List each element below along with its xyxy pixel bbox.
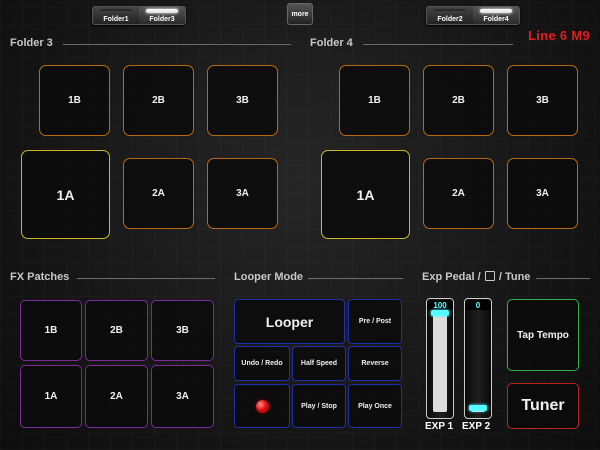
folder4-pad-1a[interactable]: 1A (321, 150, 410, 239)
undo-redo-button[interactable]: Undo / Redo (234, 346, 290, 381)
folder3-pad-1a[interactable]: 1A (21, 150, 110, 239)
folder4-pad-2b[interactable]: 2B (423, 65, 494, 136)
half-speed-button[interactable]: Half Speed (292, 346, 346, 381)
more-button[interactable]: more (287, 3, 313, 25)
folder2-label: Folder2 (437, 16, 463, 23)
exp-pedal-title: Exp Pedal / / Tune (422, 271, 530, 283)
folder2-toggle[interactable]: Folder2 (427, 7, 473, 24)
folder3-divider (63, 44, 291, 45)
folder3-pad-3a[interactable]: 3A (207, 158, 278, 229)
exp-pedal-title-b: / Tune (498, 271, 531, 283)
exp1-readout: 100 (427, 300, 453, 310)
exp2-readout: 0 (465, 300, 491, 310)
exp1-slider[interactable]: 100 (426, 298, 454, 419)
looper-mode-divider (308, 278, 403, 279)
looper-button[interactable]: Looper (234, 299, 345, 344)
fx-pad-1a[interactable]: 1A (20, 365, 82, 428)
reverse-button[interactable]: Reverse (348, 346, 402, 381)
exp-pedal-divider (536, 278, 590, 279)
exp1-handle[interactable] (431, 310, 449, 316)
folder4-pad-2a[interactable]: 2A (423, 158, 494, 229)
folder4-label: Folder4 (483, 16, 509, 23)
folder3-toggle[interactable]: Folder3 (139, 7, 185, 24)
folder4-pad-1b[interactable]: 1B (339, 65, 410, 136)
folder1-toggle[interactable]: Folder1 (93, 7, 139, 24)
exp2-slider[interactable]: 0 (464, 298, 492, 419)
left-folder-switch[interactable]: Folder1 Folder3 (92, 6, 186, 25)
folder3-label: Folder3 (149, 16, 175, 23)
looper-mode-title: Looper Mode (234, 271, 304, 283)
folder3-pad-2a[interactable]: 2A (123, 158, 194, 229)
folder4-pad-3a[interactable]: 3A (507, 158, 578, 229)
fx-pad-2b[interactable]: 2B (85, 300, 148, 361)
folder3-pad-2b[interactable]: 2B (123, 65, 194, 136)
tap-tempo-button[interactable]: Tap Tempo (507, 299, 579, 371)
exp1-fill (433, 311, 447, 412)
fx-patches-divider (77, 278, 215, 279)
tuner-button[interactable]: Tuner (507, 383, 579, 429)
play-stop-button[interactable]: Play / Stop (292, 384, 346, 428)
record-button[interactable] (234, 384, 290, 428)
folder4-title: Folder 4 (310, 37, 353, 49)
folder4-divider (363, 44, 513, 45)
fx-pad-2a[interactable]: 2A (85, 365, 148, 428)
exp2-handle[interactable] (469, 405, 487, 411)
fx-pad-1b[interactable]: 1B (20, 300, 82, 361)
pre-post-button[interactable]: Pre / Post (348, 299, 402, 344)
fx-pad-3a[interactable]: 3A (151, 365, 214, 428)
folder3-title: Folder 3 (10, 37, 53, 49)
exp2-label: EXP 2 (462, 421, 491, 432)
record-icon (255, 399, 269, 413)
folder1-label: Folder1 (103, 16, 129, 23)
play-once-button[interactable]: Play Once (348, 384, 402, 428)
pedal-icon (484, 271, 495, 281)
brand-label: Line 6 M9 (528, 28, 590, 43)
folder4-pad-3b[interactable]: 3B (507, 65, 578, 136)
fx-pad-3b[interactable]: 3B (151, 300, 214, 361)
exp1-label: EXP 1 (425, 421, 454, 432)
folder3-pad-3b[interactable]: 3B (207, 65, 278, 136)
folder3-pad-1b[interactable]: 1B (39, 65, 110, 136)
fx-patches-title: FX Patches (10, 271, 70, 283)
right-folder-switch[interactable]: Folder2 Folder4 (426, 6, 520, 25)
exp-pedal-title-a: Exp Pedal / (422, 271, 481, 283)
folder4-toggle[interactable]: Folder4 (473, 7, 519, 24)
